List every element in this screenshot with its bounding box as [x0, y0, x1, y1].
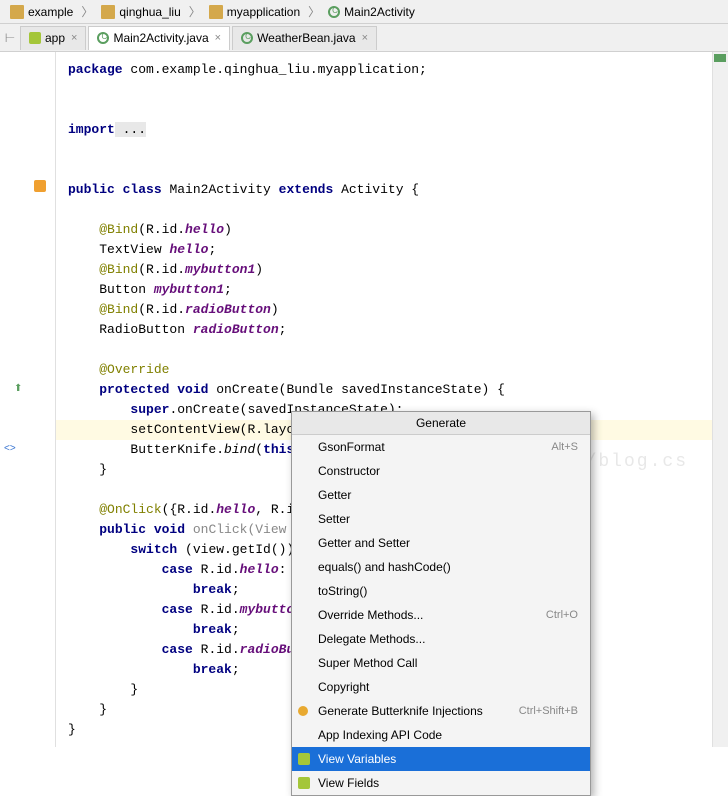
menu-shortcut: Alt+S — [551, 441, 578, 453]
breadcrumb-bar: example 〉 qinghua_liu 〉 myapplication 〉 … — [0, 0, 728, 24]
close-icon[interactable]: × — [362, 32, 368, 44]
menu-item-label: View Variables — [318, 752, 396, 766]
menu-item-label: Setter — [318, 512, 350, 526]
class-icon — [241, 32, 253, 44]
menu-shortcut: Ctrl+Shift+B — [519, 705, 578, 717]
folder-icon — [10, 5, 24, 19]
menu-item-super-method-call[interactable]: Super Method Call — [292, 651, 590, 675]
menu-item-copyright[interactable]: Copyright — [292, 675, 590, 699]
code-line: import ... — [68, 120, 728, 140]
scrollbar-marker — [714, 54, 726, 62]
scrollbar[interactable] — [712, 52, 728, 747]
code-line: @Bind(R.id.mybutton1) — [68, 260, 728, 280]
menu-shortcut: Ctrl+O — [546, 609, 578, 621]
class-icon — [328, 6, 340, 18]
anchor-icon[interactable]: ⊢ — [0, 31, 20, 45]
gutter-related-icon[interactable]: <> — [4, 440, 20, 456]
code-line: @Override — [68, 360, 728, 380]
menu-item-getter-and-setter[interactable]: Getter and Setter — [292, 531, 590, 555]
butterknife-icon — [298, 706, 308, 716]
code-line: public class Main2Activity extends Activ… — [68, 180, 728, 200]
code-line: Button mybutton1; — [68, 280, 728, 300]
breadcrumb-item-example[interactable]: example — [4, 3, 79, 21]
menu-item-override-methods-[interactable]: Override Methods... Ctrl+O — [292, 603, 590, 627]
breadcrumb-item-myapp[interactable]: myapplication — [203, 3, 306, 21]
menu-item-label: Delegate Methods... — [318, 632, 425, 646]
folder-icon — [209, 5, 223, 19]
gutter-class-icon[interactable] — [34, 180, 50, 196]
menu-item-label: Getter — [318, 488, 351, 502]
menu-item-generate-butterknife-injections[interactable]: Generate Butterknife Injections Ctrl+Shif… — [292, 699, 590, 723]
class-icon — [97, 32, 109, 44]
code-line: package com.example.qinghua_liu.myapplic… — [68, 60, 728, 80]
menu-item-label: Override Methods... — [318, 608, 423, 622]
menu-item-label: toString() — [318, 584, 367, 598]
tab-label: Main2Activity.java — [113, 31, 208, 45]
menu-item-view-variables[interactable]: View Variables — [292, 747, 590, 771]
menu-item-label: Generate Butterknife Injections — [318, 704, 483, 718]
code-line: TextView hello; — [68, 240, 728, 260]
close-icon[interactable]: × — [215, 32, 221, 44]
breadcrumb-label: qinghua_liu — [119, 5, 180, 19]
code-line: @Bind(R.id.radioButton) — [68, 300, 728, 320]
breadcrumb-item-qinghua[interactable]: qinghua_liu — [95, 3, 186, 21]
tab-bar: ⊢ app × Main2Activity.java × WeatherBean… — [0, 24, 728, 52]
chevron-right-icon: 〉 — [189, 3, 201, 20]
chevron-right-icon: 〉 — [308, 3, 320, 20]
tab-app[interactable]: app × — [20, 26, 86, 50]
tab-main2activity[interactable]: Main2Activity.java × — [88, 26, 230, 50]
menu-item-constructor[interactable]: Constructor — [292, 459, 590, 483]
menu-item-equals-and-hashcode-[interactable]: equals() and hashCode() — [292, 555, 590, 579]
menu-item-tostring-[interactable]: toString() — [292, 579, 590, 603]
code-line: @Bind(R.id.hello) — [68, 220, 728, 240]
tab-label: app — [45, 31, 65, 45]
android-icon — [29, 32, 41, 44]
android-icon — [298, 753, 310, 765]
menu-item-label: Getter and Setter — [318, 536, 410, 550]
menu-item-getter[interactable]: Getter — [292, 483, 590, 507]
chevron-right-icon: 〉 — [81, 3, 93, 20]
tab-label: WeatherBean.java — [257, 31, 356, 45]
menu-item-setter[interactable]: Setter — [292, 507, 590, 531]
close-icon[interactable]: × — [71, 32, 77, 44]
menu-title: Generate — [292, 412, 590, 435]
folder-icon — [101, 5, 115, 19]
breadcrumb-label: Main2Activity — [344, 5, 415, 19]
menu-item-delegate-methods-[interactable]: Delegate Methods... — [292, 627, 590, 651]
breadcrumb-label: example — [28, 5, 73, 19]
generate-menu: Generate GsonFormat Alt+S Constructor Gette… — [291, 411, 591, 796]
code-line: protected void onCreate(Bundle savedInst… — [68, 380, 728, 400]
menu-item-label: Constructor — [318, 464, 380, 478]
tab-weatherbean[interactable]: WeatherBean.java × — [232, 26, 377, 50]
menu-item-label: equals() and hashCode() — [318, 560, 451, 574]
gutter[interactable]: ⬆ <> — [0, 52, 56, 747]
breadcrumb-item-class[interactable]: Main2Activity — [322, 3, 421, 21]
menu-item-app-indexing-api-code[interactable]: App Indexing API Code — [292, 723, 590, 747]
menu-item-label: App Indexing API Code — [318, 728, 442, 742]
menu-item-gsonformat[interactable]: GsonFormat Alt+S — [292, 435, 590, 459]
menu-item-label: View Fields — [318, 776, 379, 790]
breadcrumb-label: myapplication — [227, 5, 300, 19]
android-icon — [298, 777, 310, 789]
menu-item-view-fields[interactable]: View Fields — [292, 771, 590, 795]
menu-item-label: Super Method Call — [318, 656, 417, 670]
menu-item-label: GsonFormat — [318, 440, 385, 454]
menu-item-label: Copyright — [318, 680, 369, 694]
code-line: RadioButton radioButton; — [68, 320, 728, 340]
gutter-override-icon[interactable]: ⬆ — [14, 380, 30, 396]
